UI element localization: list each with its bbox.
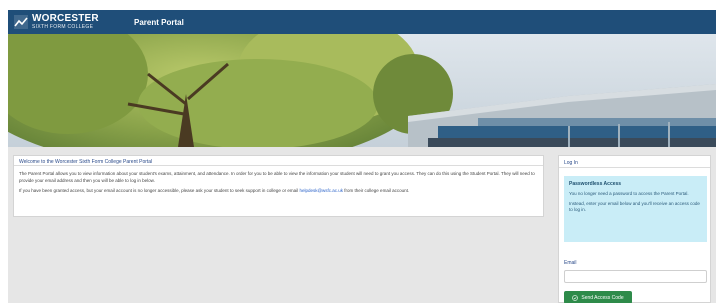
welcome-card-body: The Parent Portal allows you to view inf…: [14, 166, 543, 204]
college-logo-icon: [14, 15, 28, 29]
check-circle-icon: [572, 294, 579, 301]
welcome-paragraph-1: The Parent Portal allows you to view inf…: [19, 171, 535, 183]
logo-main-text: WORCESTER: [32, 13, 99, 24]
passwordless-text-2: Instead, enter your email below and you'…: [569, 200, 700, 213]
passwordless-title: Passwordless Access: [569, 181, 622, 187]
para2-text-before: If you have been granted access, but you…: [19, 188, 299, 193]
logo-text: WORCESTER SIXTH FORM COLLEGE: [32, 14, 99, 30]
email-input[interactable]: [564, 270, 707, 283]
helpdesk-email-link[interactable]: helpdesk@wsfc.ac.uk: [299, 188, 343, 193]
welcome-paragraph-2: If you have been granted access, but you…: [19, 188, 538, 195]
login-card: Log In Passwordless Access You no longer…: [558, 155, 711, 303]
send-button-label: Send Access Code: [581, 294, 624, 301]
passwordless-info-box: Passwordless Access You no longer need a…: [564, 176, 707, 242]
logo-sub-text: SIXTH FORM COLLEGE: [32, 24, 94, 30]
login-card-title: Log In: [559, 156, 710, 168]
hero-photo: [8, 34, 716, 147]
hero-banner-image: [8, 34, 716, 147]
welcome-card: Welcome to the Worcester Sixth Form Coll…: [13, 155, 544, 217]
main-content-area: Welcome to the Worcester Sixth Form Coll…: [8, 147, 716, 303]
email-label: Email: [564, 260, 577, 266]
send-access-code-button[interactable]: Send Access Code: [564, 291, 632, 303]
welcome-card-title: Welcome to the Worcester Sixth Form Coll…: [14, 156, 543, 166]
college-logo[interactable]: WORCESTER SIXTH FORM COLLEGE: [14, 14, 114, 30]
passwordless-text-1: You no longer need a password to access …: [569, 191, 689, 196]
para2-text-after: from their college email account.: [344, 188, 410, 193]
top-bar: WORCESTER SIXTH FORM COLLEGE Parent Port…: [8, 10, 716, 34]
portal-title[interactable]: Parent Portal: [134, 18, 184, 27]
